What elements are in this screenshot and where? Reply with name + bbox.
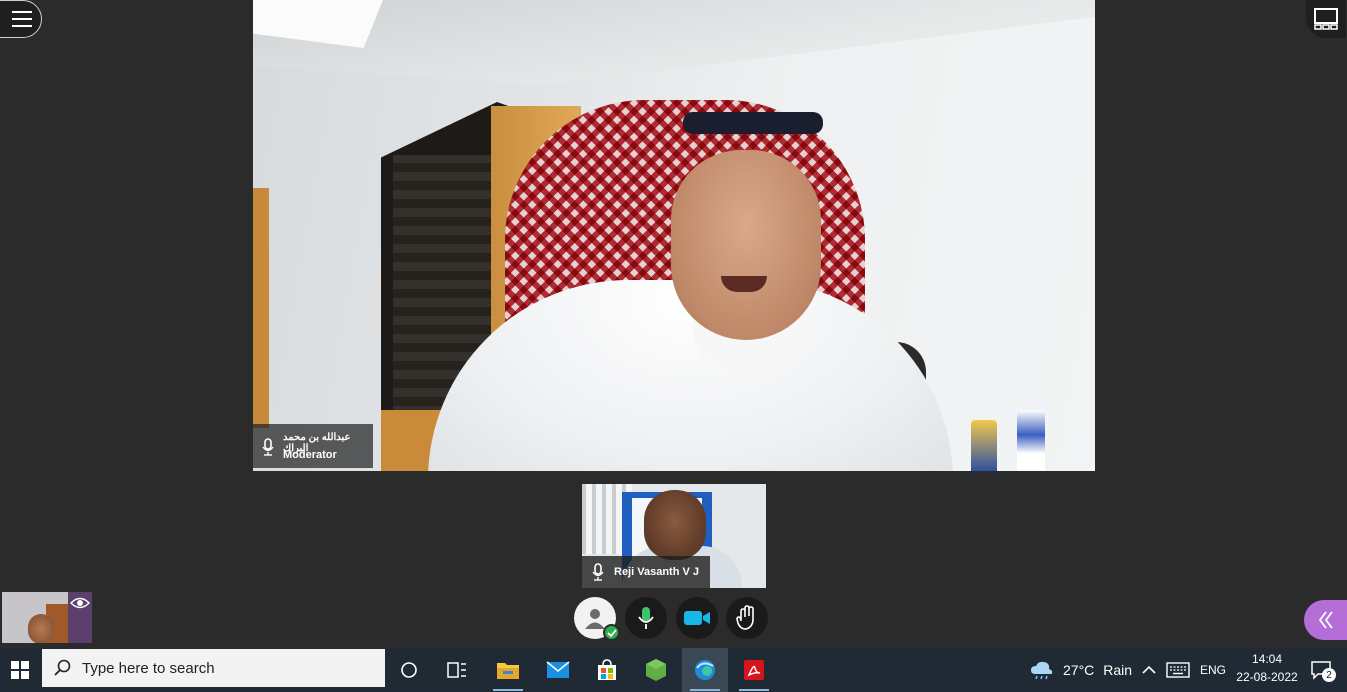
- self-view-face: [28, 614, 54, 643]
- clock-time: 14:04: [1251, 652, 1283, 666]
- menu-icon: [12, 11, 32, 13]
- clock[interactable]: 14:04 22-08-2022: [1232, 650, 1302, 686]
- weather-temp: 27°C: [1063, 662, 1095, 678]
- edge-button[interactable]: [682, 648, 728, 692]
- pdf-icon: [744, 660, 764, 680]
- chevron-left-icon: [1318, 611, 1333, 629]
- eye-icon[interactable]: [70, 596, 90, 610]
- language-indicator[interactable]: ENG: [1200, 648, 1226, 692]
- video-bottle: [971, 420, 997, 471]
- windows-start-icon: [11, 661, 29, 679]
- clock-date: 22-08-2022: [1236, 670, 1298, 684]
- widgets-button[interactable]: [434, 648, 480, 692]
- weather-icon: [1031, 661, 1053, 680]
- mail-button[interactable]: [535, 648, 581, 692]
- task-view-button[interactable]: [386, 648, 432, 692]
- raise-hand-icon: [736, 605, 754, 630]
- mic-icon: [262, 438, 274, 456]
- taskbar-search-box[interactable]: Type here to search: [42, 649, 385, 687]
- file-explorer-button[interactable]: [485, 648, 531, 692]
- widgets-icon: [447, 662, 466, 678]
- video-bottle: [1017, 410, 1045, 471]
- active-indicator: [493, 689, 523, 691]
- search-icon: [54, 659, 71, 676]
- main-video-tile[interactable]: عبدالله بن محمد البراك Moderator: [253, 0, 1095, 471]
- menu-button[interactable]: [0, 0, 42, 38]
- weather-condition: Rain: [1103, 662, 1133, 678]
- collapse-panel-button[interactable]: [1304, 600, 1347, 640]
- active-indicator: [690, 689, 720, 691]
- start-button[interactable]: [0, 648, 40, 692]
- secondary-video-tile[interactable]: Reji Vasanth V J: [582, 484, 766, 588]
- menu-icon-bar: [12, 18, 32, 20]
- video-face: [671, 150, 821, 340]
- participant-name-tag: عبدالله بن محمد البراك Moderator: [253, 424, 373, 468]
- keyboard-icon: [1166, 662, 1190, 678]
- layout-icon: [1314, 8, 1338, 30]
- store-icon: [598, 659, 616, 680]
- participant-name: Reji Vasanth V J: [614, 566, 699, 578]
- app-icon: [646, 659, 666, 681]
- edge-icon: [695, 660, 715, 680]
- tray-overflow-button[interactable]: [1142, 648, 1156, 692]
- touch-keyboard-button[interactable]: [1166, 648, 1190, 692]
- video-agal: [683, 112, 823, 134]
- layout-button[interactable]: [1306, 0, 1346, 38]
- file-explorer-icon: [497, 663, 519, 679]
- search-placeholder: Type here to search: [82, 659, 215, 677]
- participant-role: Moderator: [283, 449, 337, 461]
- active-indicator: [739, 689, 769, 691]
- pdf-button[interactable]: [731, 648, 777, 692]
- microphone-button[interactable]: [625, 597, 667, 639]
- raise-hand-button[interactable]: [726, 597, 768, 639]
- check-icon: [603, 624, 620, 641]
- participant-name-tag: Reji Vasanth V J: [582, 556, 710, 588]
- store-button[interactable]: [584, 648, 630, 692]
- menu-icon-bar: [12, 25, 32, 27]
- mail-icon: [546, 661, 570, 678]
- chevron-up-icon: [1142, 665, 1156, 674]
- notification-count: 2: [1322, 668, 1336, 682]
- video-door: [253, 188, 269, 428]
- microphone-icon: [638, 607, 654, 629]
- mic-icon: [592, 563, 604, 581]
- notification-button[interactable]: 2: [1310, 648, 1336, 692]
- user-icon: [585, 609, 605, 629]
- weather-widget[interactable]: 27°C Rain: [1030, 648, 1132, 692]
- video-person: [644, 490, 706, 560]
- camera-button[interactable]: [676, 597, 718, 639]
- task-view-icon: [401, 662, 417, 678]
- camera-icon: [684, 611, 710, 625]
- app-button[interactable]: [633, 648, 679, 692]
